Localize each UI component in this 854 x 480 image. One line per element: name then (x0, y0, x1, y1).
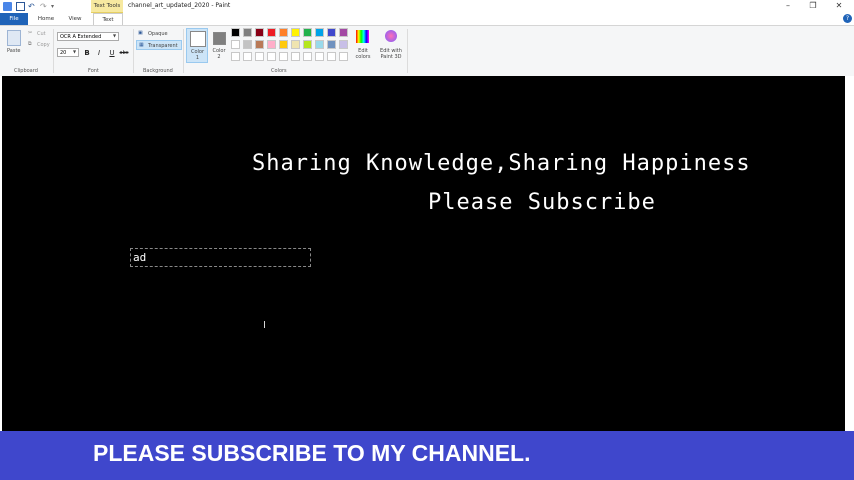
paint-app-icon (3, 2, 12, 11)
window-title: channel_art_updated_2020 - Paint (128, 2, 231, 9)
copy-icon: ⧉ (28, 41, 32, 47)
palette-swatch[interactable] (255, 28, 264, 37)
tab-view[interactable]: View (64, 13, 86, 25)
palette-swatch[interactable] (231, 52, 240, 61)
paint3d-icon (385, 30, 397, 42)
text-tools-context-tab: Text Tools (91, 0, 123, 13)
palette-swatch[interactable] (279, 52, 288, 61)
strikethrough-button[interactable]: abc (119, 48, 129, 58)
palette-swatch[interactable] (303, 52, 312, 61)
palette-swatch[interactable] (327, 40, 336, 49)
opaque-icon: ▣ (138, 30, 143, 36)
text-cursor-icon: I (263, 320, 266, 331)
palette-swatch[interactable] (303, 28, 312, 37)
palette-swatch[interactable] (243, 40, 252, 49)
tab-home[interactable]: Home (34, 13, 58, 25)
separator (183, 29, 184, 73)
palette-swatch[interactable] (267, 52, 276, 61)
undo-icon[interactable]: ↶ (28, 2, 37, 11)
palette-swatch[interactable] (279, 28, 288, 37)
palette-swatch[interactable] (339, 40, 348, 49)
canvas-text-line2: Please Subscribe (428, 190, 656, 215)
palette-swatch[interactable] (315, 52, 324, 61)
redo-icon[interactable]: ↷ (40, 2, 49, 11)
ribbon: Paste ✂ Cut ⧉ Copy Clipboard OCR A Exten… (0, 25, 854, 77)
separator (407, 29, 408, 73)
font-family-select[interactable]: OCR A Extended (57, 32, 119, 41)
scissors-icon: ✂ (28, 30, 33, 36)
color1-swatch (190, 31, 206, 47)
palette-swatch[interactable] (291, 28, 300, 37)
active-text-box[interactable]: ad (130, 248, 311, 267)
clipboard-group-label: Clipboard (14, 68, 38, 74)
cut-button[interactable]: Cut (37, 31, 46, 37)
separator (53, 29, 54, 73)
separator (133, 29, 134, 73)
palette-swatch[interactable] (279, 40, 288, 49)
palette-swatch[interactable] (339, 28, 348, 37)
help-icon[interactable]: ? (843, 14, 852, 23)
color2-label: Color 2 (212, 48, 226, 60)
minimize-icon[interactable]: – (779, 1, 797, 10)
transparent-button[interactable]: ▦ Transparent (136, 40, 182, 50)
colors-group-label: Colors (271, 68, 287, 74)
palette-swatch[interactable] (255, 40, 264, 49)
drawing-canvas[interactable] (2, 76, 845, 431)
color-palette (231, 28, 353, 64)
palette-swatch[interactable] (231, 28, 240, 37)
chevron-down-icon: ▼ (113, 33, 117, 38)
background-group-label: Background (143, 68, 173, 74)
color2-swatch (213, 32, 226, 45)
palette-swatch[interactable] (291, 40, 300, 49)
palette-swatch[interactable] (327, 28, 336, 37)
chevron-down-icon: ▼ (73, 49, 77, 54)
palette-swatch[interactable] (243, 52, 252, 61)
palette-swatch[interactable] (267, 40, 276, 49)
palette-swatch[interactable] (243, 28, 252, 37)
palette-swatch[interactable] (339, 52, 348, 61)
close-icon[interactable]: ✕ (830, 1, 848, 10)
restore-icon[interactable]: ❐ (804, 1, 822, 10)
banner-text: PLEASE SUBSCRIBE TO MY CHANNEL. (93, 440, 531, 466)
paste-button[interactable]: Paste (7, 48, 21, 54)
ribbon-tabs: File Home View Text ? (0, 13, 854, 25)
copy-button[interactable]: Copy (37, 42, 50, 48)
color1-button[interactable]: Color 1 (186, 28, 208, 63)
palette-swatch[interactable] (315, 40, 324, 49)
edit-with-paint3d-button[interactable]: Edit with Paint 3D (377, 48, 405, 60)
text-box-content[interactable]: ad (133, 251, 146, 264)
palette-swatch[interactable] (291, 52, 300, 61)
palette-swatch[interactable] (327, 52, 336, 61)
font-group-label: Font (88, 68, 99, 74)
opaque-button[interactable]: Opaque (148, 31, 168, 37)
transparent-icon: ▦ (139, 42, 144, 48)
tab-text[interactable]: Text (93, 13, 123, 25)
edit-colors-button[interactable]: Edit colors (352, 48, 374, 60)
palette-swatch[interactable] (255, 52, 264, 61)
palette-swatch[interactable] (303, 40, 312, 49)
palette-swatch[interactable] (267, 28, 276, 37)
canvas-text-line1: Sharing Knowledge,Sharing Happiness (252, 151, 751, 176)
customize-icon[interactable]: ▾ (51, 2, 60, 11)
edit-colors-icon (356, 30, 369, 43)
transparent-label: Transparent (148, 43, 178, 49)
underline-button[interactable]: U (107, 48, 117, 58)
color1-label: Color 1 (190, 49, 205, 61)
italic-button[interactable]: I (94, 48, 104, 58)
palette-swatch[interactable] (315, 28, 324, 37)
tab-file[interactable]: File (0, 13, 28, 25)
color2-button[interactable]: Color 2 (210, 28, 230, 63)
bold-button[interactable]: B (82, 48, 92, 58)
palette-swatch[interactable] (231, 40, 240, 49)
save-icon[interactable] (16, 2, 25, 11)
paste-icon[interactable] (7, 30, 21, 46)
